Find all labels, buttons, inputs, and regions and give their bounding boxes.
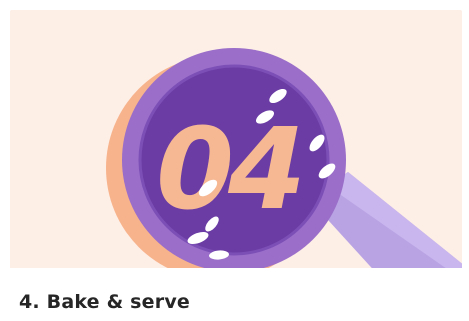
step-caption: 4. Bake & serve bbox=[19, 291, 191, 313]
step-number: 04 bbox=[156, 105, 300, 235]
step-illustration: 04 bbox=[10, 10, 462, 278]
step-card[interactable]: 04 4. Bake & serve bbox=[0, 0, 469, 321]
